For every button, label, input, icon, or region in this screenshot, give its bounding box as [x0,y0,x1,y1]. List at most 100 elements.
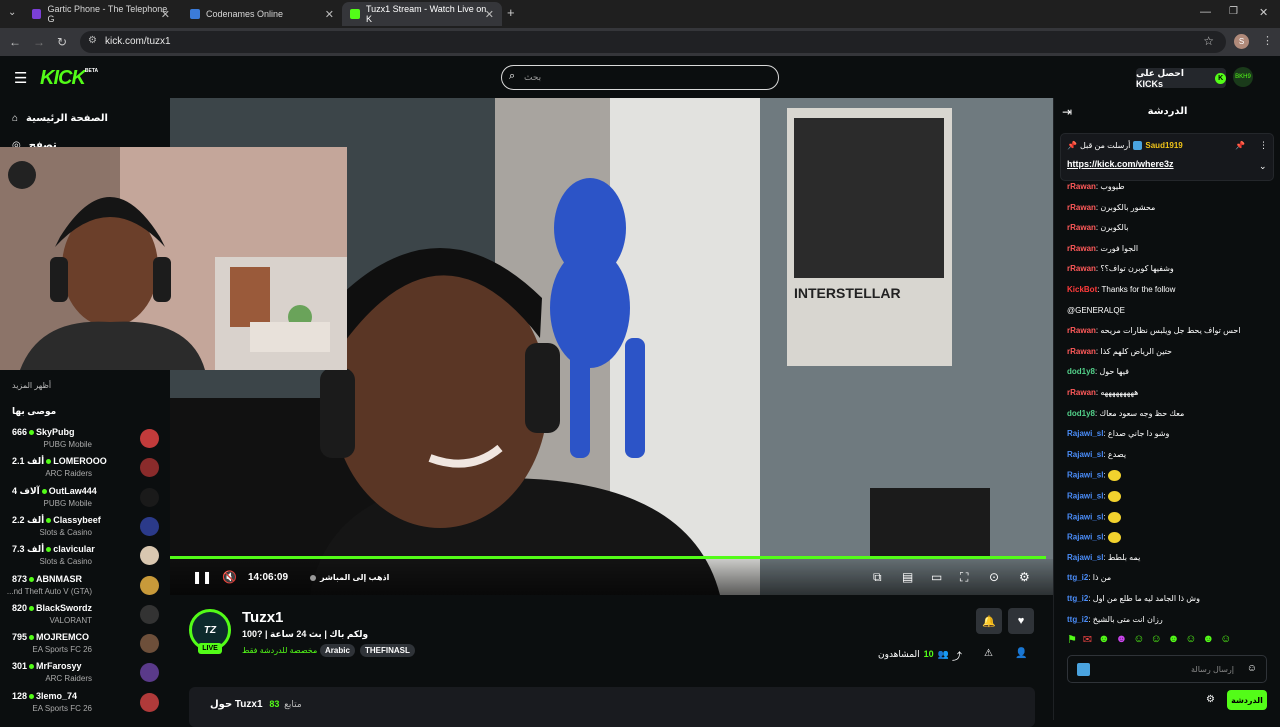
tag-thefinasl[interactable]: THEFINASL [360,644,415,657]
bookmark-star-icon[interactable]: ☆ [1203,34,1214,48]
tab-codenames[interactable]: Codenames Online ✕ [182,2,342,26]
sidebar-channel[interactable]: 820 BlackSwordz VALORANT [0,601,170,630]
sidebar-item-home[interactable]: ⌂ الصفحة الرئيسية [12,113,108,124]
emote-icon [1107,511,1121,523]
show-more-link[interactable]: أظهر المزيد [12,381,51,390]
chat-username[interactable]: Rajawi_sl [1067,533,1103,542]
new-tab-button[interactable]: + [507,5,515,20]
clip-icon[interactable]: ⧉ [873,570,882,585]
sidebar-channel[interactable]: 4 آلاف OutLaw444 PUBG Mobile [0,484,170,513]
streamer-name[interactable]: Tuzx1 [242,609,283,626]
chat-text: طيووب [1100,182,1125,191]
sidebar-channel[interactable]: 7.3 ألف clavicular Slots & Casino [0,542,170,571]
restore-icon[interactable]: ❐ [1229,6,1238,17]
mute-icon[interactable]: 🔇 [222,570,237,584]
sidebar-channel[interactable]: 301 MrFarosyy ARC Raiders [0,659,170,688]
close-window-icon[interactable]: ✕ [1259,6,1268,19]
profile-avatar[interactable]: S [1234,34,1249,49]
forward-icon[interactable]: → [33,35,45,49]
get-kicks-button[interactable]: احصل على KICKs K [1136,68,1226,89]
chat-username[interactable]: Rajawi_sl [1067,512,1103,521]
unpin-icon[interactable]: 📌 [1235,141,1245,150]
stream-category[interactable]: مخصصة للدردشة فقط [242,646,317,655]
emote-icon[interactable]: ☻ [1098,633,1110,646]
channel-name: Classybeef [53,514,101,525]
emote-icon[interactable]: ☺ [1150,633,1161,646]
chat-username[interactable]: rRawan [1067,223,1096,232]
chat-send-button[interactable]: الدردشة [1227,690,1267,710]
theater-mode-icon[interactable]: ▭ [931,570,942,584]
autoplay-icon[interactable]: ⊙ [989,570,999,584]
follow-heart-button[interactable]: ♥ [1008,608,1034,634]
tab-gartic-phone[interactable]: Gartic Phone - The Telephone G ✕ [24,2,178,26]
settings-gear-icon[interactable]: ⚙ [1019,570,1030,584]
address-bar[interactable]: ⚙ kick.com/tuzx1 ☆ [80,31,1226,53]
pause-icon[interactable]: ❚❚ [192,570,212,584]
chat-username[interactable]: rRawan [1067,203,1096,212]
chat-username[interactable]: dod1y8 [1067,409,1095,418]
menu-dots-icon[interactable]: ⋮ [1262,34,1273,47]
site-info-icon[interactable]: ⚙ [88,35,97,46]
sidebar-channel[interactable]: 795 MOJREMCO EA Sports FC 26 [0,630,170,659]
channel-category: ...nd Theft Auto V (GTA) [6,586,92,596]
back-icon[interactable]: ← [9,35,21,49]
chat-message-input[interactable]: إرسال رسالة ☺ [1067,655,1267,683]
tag-arabic[interactable]: Arabic [320,644,355,657]
close-icon[interactable]: ✕ [325,8,334,21]
chat-username[interactable]: Rajawi_sl [1067,450,1103,459]
tab-search-icon[interactable]: ⌄ [8,7,16,18]
sidebar-channel[interactable]: 2.1 ألف LOMEROOO ARC Raiders [0,454,170,483]
report-icon[interactable]: ⚠ [984,648,993,659]
chat-username[interactable]: rRawan [1067,264,1096,273]
emote-icon[interactable]: ☺ [1133,633,1144,646]
emote-icon[interactable]: ⚑ [1067,633,1077,646]
chevron-down-icon[interactable]: ⌄ [1259,161,1267,172]
emote-icon[interactable]: ☺ [1220,633,1231,646]
go-live-button[interactable]: اذهب إلى المباشر [310,573,389,582]
pinned-link[interactable]: https://kick.com/where3z [1067,159,1174,169]
emote-icon[interactable]: ☻ [1168,633,1180,646]
chat-username[interactable]: ttg_i2 [1067,615,1088,624]
hamburger-menu-icon[interactable]: ☰ [14,69,27,87]
chat-username[interactable]: rRawan [1067,244,1096,253]
chat-username[interactable]: ttg_i2 [1067,594,1088,603]
fullscreen-icon[interactable]: ⛶ [960,570,968,585]
user-avatar[interactable]: BKH9 [1233,67,1253,87]
sidebar-channel[interactable]: 2.2 ألف Classybeef Slots & Casino [0,513,170,542]
emote-icon[interactable]: ☺ [1185,633,1196,646]
add-friend-icon[interactable]: 👤 [1015,648,1027,659]
chat-username[interactable]: rRawan [1067,347,1096,356]
emote-icon[interactable]: ✉ [1083,633,1092,646]
chat-username[interactable]: Rajawi_sl [1067,492,1103,501]
tab-kick-stream[interactable]: Tuzx1 Stream - Watch Live on K ✕ [342,2,502,26]
close-icon[interactable]: ✕ [161,8,170,21]
more-options-icon[interactable]: ⋮ [1259,140,1268,151]
share-icon[interactable]: ⤴ [952,648,962,663]
kick-logo[interactable]: KICKBETA [40,67,98,90]
tab-title: Gartic Phone - The Telephone G [47,4,168,24]
chat-username[interactable]: ttg_i2 [1067,573,1088,582]
sidebar-channel[interactable]: 666 SkyPubg PUBG Mobile [0,425,170,454]
emoji-picker-icon[interactable]: ☺ [1247,663,1257,674]
minimize-icon[interactable]: — [1200,6,1211,18]
cinema-mode-icon[interactable]: ▤ [902,570,913,584]
chat-username[interactable]: Rajawi_sl [1067,429,1103,438]
search-input[interactable]: ⌕ بحث [501,65,779,90]
chat-username[interactable]: Rajawi_sl [1067,553,1103,562]
chat-username[interactable]: rRawan [1067,388,1096,397]
chat-username[interactable]: rRawan [1067,182,1096,191]
notification-bell-button[interactable]: 🔔 [976,608,1002,634]
close-icon[interactable]: ✕ [485,8,494,21]
chat-settings-icon[interactable]: ⚙ [1206,694,1215,705]
chat-username[interactable]: dod1y8 [1067,367,1095,376]
sidebar-channel[interactable]: 128 3lemo_74 EA Sports FC 26 [0,689,170,718]
emote-icon[interactable]: ☻ [1203,633,1215,646]
chat-username[interactable]: KickBot [1067,285,1097,294]
live-dot-icon [41,488,47,494]
emote-icon[interactable]: ☻ [1116,633,1128,646]
chat-username[interactable]: rRawan [1067,326,1096,335]
chat-username[interactable]: Rajawi_sl [1067,471,1103,480]
reload-icon[interactable]: ↻ [57,35,67,49]
channel-avatar [140,458,159,478]
sidebar-channel[interactable]: 873 ABNMASR ...nd Theft Auto V (GTA) [0,572,170,601]
